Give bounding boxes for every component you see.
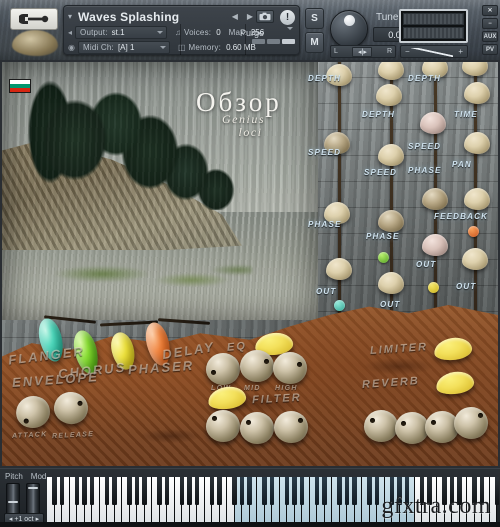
black-key[interactable] bbox=[187, 477, 192, 505]
output-label: Output: bbox=[80, 28, 108, 37]
camera-icon[interactable] bbox=[256, 10, 274, 23]
output-level-meters bbox=[399, 9, 468, 43]
black-key[interactable] bbox=[142, 477, 147, 505]
volume-wedge-icon bbox=[411, 48, 453, 57]
purge-meter bbox=[252, 39, 295, 44]
tune-label: Tune bbox=[376, 12, 399, 23]
piano-keyboard[interactable]: gfxtra.com bbox=[47, 477, 500, 523]
instrument-name: Waves Splashing bbox=[78, 9, 180, 24]
voices-value: 0 bbox=[216, 28, 221, 37]
body-frame bbox=[0, 60, 500, 468]
prev-arrow-icon[interactable]: ◀ bbox=[232, 12, 238, 21]
volume-plus[interactable]: + bbox=[458, 47, 463, 56]
black-key[interactable] bbox=[367, 477, 372, 505]
black-key[interactable] bbox=[344, 477, 350, 505]
black-key[interactable] bbox=[232, 477, 237, 505]
black-key[interactable] bbox=[374, 477, 380, 505]
pan-right-label: R bbox=[386, 48, 392, 55]
black-key[interactable] bbox=[337, 477, 342, 505]
black-key[interactable] bbox=[179, 477, 185, 505]
black-key[interactable] bbox=[322, 477, 327, 505]
black-key[interactable] bbox=[127, 477, 132, 505]
chevron-down-icon[interactable]: ▾ bbox=[64, 12, 76, 21]
memory-value: 0.60 MB bbox=[226, 43, 256, 52]
black-key[interactable] bbox=[194, 477, 200, 505]
divider bbox=[180, 24, 181, 55]
kontakt-instrument-window: ▾ Waves Splashing ◀ ▶ ! ◂ Output: st.1 ♫… bbox=[0, 0, 500, 527]
footer-bar bbox=[0, 522, 500, 527]
close-icon[interactable]: ✕ bbox=[482, 5, 498, 16]
black-key[interactable] bbox=[292, 477, 297, 505]
black-key[interactable] bbox=[74, 477, 80, 505]
instrument-body: Обзор Genius loci DEPTH SPEED PHASE OUT … bbox=[0, 60, 500, 468]
black-key[interactable] bbox=[89, 477, 95, 505]
wheel-labels: Pitch Mod bbox=[5, 472, 46, 481]
midi-value: [A] 1 bbox=[117, 43, 135, 52]
midi-channel-select[interactable]: Midi Ch: [A] 1 bbox=[77, 41, 170, 54]
black-key[interactable] bbox=[262, 477, 267, 505]
output-value: st.1 bbox=[111, 28, 125, 37]
wrench-icon[interactable] bbox=[10, 8, 58, 30]
mute-button[interactable]: M bbox=[305, 32, 324, 53]
watermark: gfxtra.com bbox=[381, 493, 491, 519]
chevron-down-icon bbox=[159, 46, 166, 49]
black-key[interactable] bbox=[217, 477, 222, 505]
aux-button[interactable]: AUX bbox=[482, 31, 498, 42]
black-key[interactable] bbox=[134, 477, 140, 505]
minimize-icon[interactable]: − bbox=[482, 18, 498, 29]
chevron-down-icon bbox=[287, 27, 293, 30]
black-key[interactable] bbox=[112, 477, 117, 505]
pan-left-label: L bbox=[334, 48, 338, 55]
black-key[interactable] bbox=[164, 477, 170, 505]
next-arrow-icon[interactable]: ▶ bbox=[247, 12, 253, 21]
black-key[interactable] bbox=[494, 477, 500, 505]
black-key[interactable] bbox=[247, 477, 252, 505]
black-key[interactable] bbox=[352, 477, 357, 505]
mod-label: Mod bbox=[30, 472, 47, 481]
pan-control[interactable]: L ◂|▸ R bbox=[330, 45, 396, 58]
purge-label: Purge bbox=[240, 28, 265, 38]
output-select[interactable]: Output: st.1 bbox=[75, 26, 168, 39]
black-key[interactable] bbox=[104, 477, 110, 505]
header-decoration bbox=[12, 30, 58, 56]
volume-slider[interactable]: − + bbox=[400, 45, 468, 58]
black-key[interactable] bbox=[59, 477, 65, 505]
volume-minus[interactable]: − bbox=[405, 47, 410, 56]
memory-label: Memory: bbox=[188, 43, 222, 52]
black-key[interactable] bbox=[269, 477, 275, 505]
voices-label: Voices: bbox=[184, 28, 212, 37]
black-key[interactable] bbox=[82, 477, 87, 505]
purge-menu[interactable]: Purge bbox=[240, 23, 295, 44]
black-key[interactable] bbox=[52, 477, 57, 505]
meter-right bbox=[403, 27, 464, 39]
black-key[interactable] bbox=[239, 477, 245, 505]
black-key[interactable] bbox=[314, 477, 320, 505]
preset-nav[interactable]: ◀ ▶ bbox=[232, 12, 253, 21]
instrument-panel: ▾ Waves Splashing ◀ ▶ ! ◂ Output: st.1 ♫… bbox=[63, 5, 300, 55]
kontakt-header: ▾ Waves Splashing ◀ ▶ ! ◂ Output: st.1 ♫… bbox=[0, 0, 500, 60]
meter-left bbox=[403, 13, 464, 25]
keyboard-panel: Pitch Mod ◂ +1 oct ▸ gfxtra.com bbox=[0, 468, 500, 527]
pitch-label: Pitch bbox=[5, 472, 23, 481]
tune-knob[interactable] bbox=[330, 10, 368, 48]
solo-button[interactable]: S bbox=[305, 8, 324, 29]
black-key[interactable] bbox=[209, 477, 215, 505]
pv-button[interactable]: PV bbox=[482, 44, 498, 55]
chevron-down-icon bbox=[157, 31, 164, 34]
black-key[interactable] bbox=[299, 477, 305, 505]
pan-center-button[interactable]: ◂|▸ bbox=[352, 46, 373, 57]
output-icon: ◂ bbox=[68, 28, 73, 37]
black-key[interactable] bbox=[284, 477, 290, 505]
midi-label: Midi Ch: bbox=[82, 43, 114, 52]
window-edge-buttons: ✕ − AUX PV bbox=[482, 5, 498, 55]
black-key[interactable] bbox=[157, 477, 162, 505]
midi-icon: ◉ bbox=[68, 43, 75, 52]
